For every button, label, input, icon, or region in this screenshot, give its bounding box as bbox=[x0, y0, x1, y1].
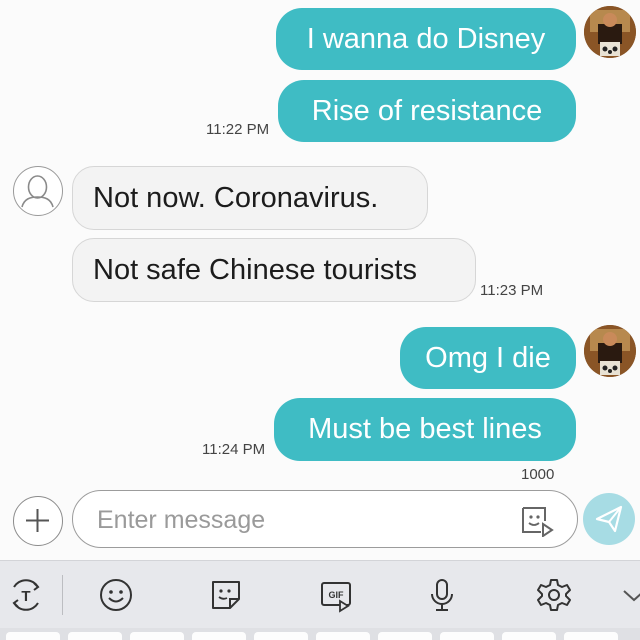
translate-button[interactable]: T bbox=[6, 575, 46, 615]
keyboard-key[interactable] bbox=[254, 632, 308, 640]
keyboard-key[interactable] bbox=[440, 632, 494, 640]
send-button[interactable] bbox=[583, 493, 635, 545]
svg-text:GIF: GIF bbox=[329, 590, 345, 600]
message-timestamp: 11:22 PM bbox=[206, 121, 270, 138]
message-input-container[interactable] bbox=[72, 490, 578, 548]
conversation-view[interactable]: I wanna do Disney 11:22 PM Rise of resis… bbox=[0, 0, 640, 488]
message-text: I wanna do Disney bbox=[306, 22, 546, 55]
message-text: Not safe Chinese tourists bbox=[93, 253, 417, 286]
keyboard-key[interactable] bbox=[130, 632, 184, 640]
default-person-icon bbox=[21, 175, 54, 208]
keyboard-key[interactable] bbox=[502, 632, 556, 640]
sticker-icon bbox=[212, 581, 240, 609]
sender-avatar[interactable] bbox=[584, 6, 636, 58]
message-text: Rise of resistance bbox=[311, 94, 543, 127]
toolbar-divider bbox=[62, 575, 63, 615]
message-timestamp: 11:24 PM bbox=[202, 441, 266, 458]
keyboard-key[interactable] bbox=[192, 632, 246, 640]
svg-text:T: T bbox=[21, 588, 30, 605]
keyboard-key[interactable] bbox=[6, 632, 60, 640]
sticker-icon bbox=[522, 507, 554, 538]
message-bubble-outgoing[interactable]: Omg I die bbox=[400, 327, 576, 389]
message-bubble-outgoing[interactable]: Must be best lines bbox=[274, 398, 576, 461]
gif-icon: GIF bbox=[321, 582, 351, 613]
sender-avatar-photo-icon bbox=[584, 325, 636, 377]
keyboard-key[interactable] bbox=[316, 632, 370, 640]
collapse-toolbar-button[interactable] bbox=[612, 575, 640, 615]
sender-avatar[interactable] bbox=[584, 325, 636, 377]
keyboard-key[interactable] bbox=[378, 632, 432, 640]
attach-button[interactable] bbox=[13, 496, 63, 546]
message-composer bbox=[0, 488, 640, 560]
contact-avatar[interactable] bbox=[13, 166, 63, 216]
message-text: Not now. Coronavirus. bbox=[93, 181, 379, 214]
plus-icon bbox=[26, 509, 49, 532]
sticker-tool-button[interactable] bbox=[206, 575, 246, 615]
message-text: Must be best lines bbox=[308, 413, 542, 445]
keyboard-settings-button[interactable] bbox=[534, 575, 574, 615]
message-bubble-outgoing[interactable]: Rise of resistance bbox=[278, 80, 576, 142]
translate-icon: T bbox=[12, 579, 40, 611]
gif-button[interactable]: GIF bbox=[316, 575, 356, 615]
message-input[interactable] bbox=[95, 501, 499, 539]
message-bubble-incoming[interactable]: Not safe Chinese tourists bbox=[72, 238, 476, 302]
sender-avatar-photo-icon bbox=[584, 6, 636, 58]
keyboard-key[interactable] bbox=[68, 632, 122, 640]
collapse-chevron-icon bbox=[623, 590, 640, 602]
message-bubble-outgoing[interactable]: I wanna do Disney bbox=[276, 8, 576, 70]
emoji-icon bbox=[100, 579, 132, 611]
messaging-screen: I wanna do Disney 11:22 PM Rise of resis… bbox=[0, 0, 640, 640]
microphone-icon bbox=[431, 579, 453, 611]
keyboard-toolbar: T GIF bbox=[0, 560, 640, 629]
message-bubble-incoming[interactable]: Not now. Coronavirus. bbox=[72, 166, 428, 230]
character-counter: 1000 bbox=[521, 466, 555, 483]
sticker-button[interactable] bbox=[519, 503, 555, 538]
voice-input-button[interactable] bbox=[422, 575, 462, 615]
message-text: Omg I die bbox=[425, 341, 551, 374]
keyboard-key[interactable] bbox=[564, 632, 618, 640]
message-timestamp: 11:23 PM bbox=[480, 282, 544, 299]
emoji-button[interactable] bbox=[96, 575, 136, 615]
settings-icon bbox=[537, 579, 571, 611]
keyboard-keys-row bbox=[0, 628, 640, 640]
send-icon bbox=[595, 505, 623, 533]
